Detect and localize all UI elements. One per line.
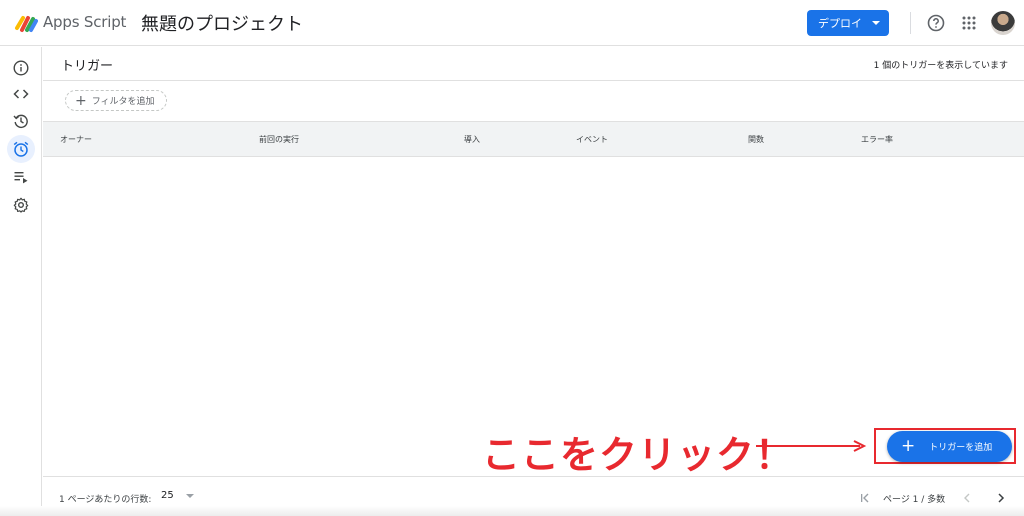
project-title[interactable]: 無題のプロジェクト (141, 10, 303, 36)
sidebar (0, 47, 42, 516)
column-owner[interactable]: オーナー (60, 134, 92, 145)
divider (910, 12, 911, 34)
apps-script-logo[interactable] (14, 12, 38, 34)
deploy-button[interactable]: デプロイ (807, 10, 889, 36)
sidebar-item-executions[interactable] (9, 165, 33, 189)
add-trigger-label: トリガーを追加 (929, 443, 993, 453)
playlist-play-icon (14, 172, 28, 184)
chevron-down-icon (185, 493, 194, 498)
history-icon (13, 114, 28, 128)
plus-icon: + (75, 92, 87, 109)
annotation-text: ここをクリック！ (482, 433, 795, 477)
apps-grid-icon[interactable] (962, 16, 976, 30)
info-icon (13, 60, 29, 76)
sidebar-item-history[interactable] (9, 109, 33, 133)
rows-per-page-value: 25 (161, 490, 174, 501)
sidebar-item-settings[interactable] (9, 193, 33, 217)
first-page-button[interactable] (857, 490, 873, 506)
chevron-left-icon (964, 493, 970, 503)
previous-page-button[interactable] (959, 490, 975, 506)
first-page-icon (861, 493, 869, 503)
sidebar-item-overview[interactable] (9, 56, 33, 80)
trigger-count: 1 個のトリガーを表示しています (873, 61, 1008, 71)
section-header: トリガー 1 個のトリガーを表示しています (43, 47, 1024, 81)
app-name: Apps Script (43, 13, 127, 31)
chevron-down-icon (872, 21, 880, 25)
sidebar-item-editor[interactable] (9, 82, 33, 106)
add-filter-button[interactable]: + フィルタを追加 (65, 90, 167, 111)
avatar[interactable] (991, 11, 1015, 35)
column-last-run[interactable]: 前回の実行 (259, 134, 299, 145)
rows-per-page-label: 1 ページあたりの行数: (59, 495, 152, 505)
deploy-button-label: デプロイ (818, 17, 862, 30)
window-edge (0, 506, 1024, 516)
add-trigger-button[interactable]: + トリガーを追加 (887, 431, 1012, 462)
column-error-rate[interactable]: エラー率 (861, 134, 893, 145)
arrow-right-icon (756, 440, 867, 452)
sidebar-item-triggers[interactable] (7, 135, 35, 163)
table-header: オーナー 前回の実行 導入 イベント 関数 エラー率 (43, 121, 1024, 157)
pagination: ページ 1 / 多数 (857, 490, 1009, 506)
column-event[interactable]: イベント (576, 134, 608, 145)
chevron-right-icon (998, 493, 1005, 503)
code-icon (13, 89, 29, 99)
column-deployment[interactable]: 導入 (464, 134, 480, 145)
help-icon[interactable] (927, 14, 945, 32)
gear-icon (13, 197, 29, 213)
page-title: トリガー (61, 59, 114, 74)
alarm-clock-icon (13, 141, 29, 157)
page-indicator: ページ 1 / 多数 (883, 494, 946, 505)
column-function[interactable]: 関数 (748, 134, 764, 145)
plus-icon: + (901, 436, 916, 456)
top-bar: Apps Script 無題のプロジェクト デプロイ (0, 0, 1024, 46)
add-filter-label: フィルタを追加 (91, 97, 155, 107)
rows-per-page-select[interactable]: 25 (161, 490, 194, 501)
next-page-button[interactable] (993, 490, 1009, 506)
